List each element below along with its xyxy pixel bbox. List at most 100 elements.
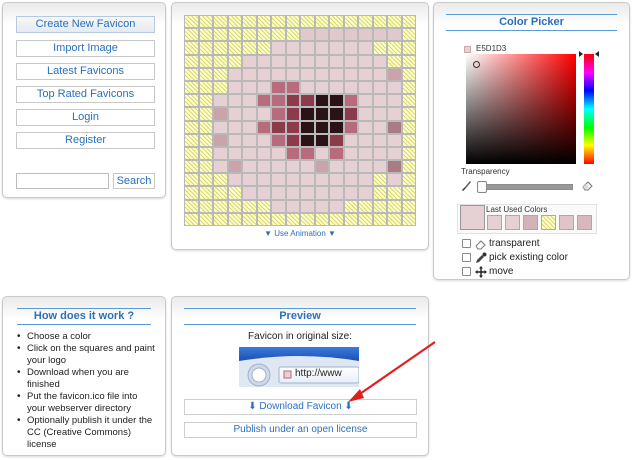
pixel-cell[interactable] (329, 146, 344, 161)
pixel-cell[interactable] (387, 94, 402, 108)
pixel-cell[interactable] (271, 199, 286, 213)
pixel-cell[interactable] (256, 146, 271, 161)
pixel-cell[interactable] (343, 94, 358, 108)
pixel-cell[interactable] (242, 28, 257, 42)
pixel-cell[interactable] (300, 186, 315, 200)
pixel-cell[interactable] (184, 15, 199, 29)
pixel-cell[interactable] (213, 41, 228, 55)
search-input[interactable] (16, 173, 109, 189)
pixel-cell[interactable] (372, 94, 387, 108)
pixel-cell[interactable] (213, 54, 228, 68)
login-button[interactable]: Login (16, 109, 155, 126)
recent-color-swatch[interactable] (523, 215, 538, 230)
pixel-cell[interactable] (213, 173, 228, 187)
pixel-cell[interactable] (329, 54, 344, 68)
pixel-cell[interactable] (401, 28, 416, 42)
pixel-cell[interactable] (387, 120, 402, 134)
pixel-cell[interactable] (300, 54, 315, 68)
pixel-cell[interactable] (227, 212, 242, 226)
pixel-cell[interactable] (198, 28, 213, 42)
pixel-cell[interactable] (285, 160, 300, 174)
create-new-favicon-button[interactable]: Create New Favicon (16, 16, 155, 33)
pixel-cell[interactable] (285, 80, 300, 95)
pixel-cell[interactable] (198, 146, 213, 161)
pixel-cell[interactable] (242, 133, 257, 147)
pixel-cell[interactable] (256, 133, 271, 147)
pixel-cell[interactable] (256, 186, 271, 200)
pixel-cell[interactable] (372, 133, 387, 147)
color-picker-handle[interactable] (473, 61, 480, 68)
pixel-cell[interactable] (184, 28, 199, 42)
pixel-cell[interactable] (285, 212, 300, 226)
pixel-cell[interactable] (285, 120, 300, 134)
pixel-cell[interactable] (343, 54, 358, 68)
pixel-cell[interactable] (329, 160, 344, 174)
pixel-cell[interactable] (401, 67, 416, 81)
pixel-cell[interactable] (184, 41, 199, 55)
pixel-cell[interactable] (227, 186, 242, 200)
pixel-cell[interactable] (184, 146, 199, 161)
pixel-cell[interactable] (401, 133, 416, 147)
pixel-cell[interactable] (184, 186, 199, 200)
pixel-cell[interactable] (285, 186, 300, 200)
pixel-cell[interactable] (343, 41, 358, 55)
pixel-cell[interactable] (227, 146, 242, 161)
pixel-cell[interactable] (401, 107, 416, 121)
pixel-cell[interactable] (358, 173, 373, 187)
pixel-cell[interactable] (242, 15, 257, 29)
pixel-cell[interactable] (213, 15, 228, 29)
pixel-cell[interactable] (213, 67, 228, 81)
pixel-cell[interactable] (343, 146, 358, 161)
pixel-cell[interactable] (213, 133, 228, 147)
pixel-cell[interactable] (401, 54, 416, 68)
pixel-cell[interactable] (372, 28, 387, 42)
pixel-cell[interactable] (387, 107, 402, 121)
pixel-cell[interactable] (227, 94, 242, 108)
pixel-cell[interactable] (314, 54, 329, 68)
pixel-cell[interactable] (198, 212, 213, 226)
pixel-cell[interactable] (343, 160, 358, 174)
pixel-cell[interactable] (300, 199, 315, 213)
pixel-cell[interactable] (401, 160, 416, 174)
pixel-cell[interactable] (401, 186, 416, 200)
pixel-cell[interactable] (213, 94, 228, 108)
pixel-cell[interactable] (242, 80, 257, 95)
pixel-cell[interactable] (227, 15, 242, 29)
pixel-cell[interactable] (329, 186, 344, 200)
recent-color-swatch[interactable] (577, 215, 592, 230)
pixel-cell[interactable] (242, 41, 257, 55)
pixel-cell[interactable] (358, 80, 373, 95)
transparency-slider[interactable] (478, 184, 573, 190)
pixel-cell[interactable] (401, 94, 416, 108)
pixel-cell[interactable] (358, 15, 373, 29)
pixel-cell[interactable] (314, 80, 329, 95)
pixel-cell[interactable] (271, 173, 286, 187)
pixel-cell[interactable] (213, 160, 228, 174)
pixel-cell[interactable] (271, 80, 286, 95)
transparency-slider-handle[interactable] (477, 181, 487, 193)
pixel-cell[interactable] (300, 80, 315, 95)
pixel-cell[interactable] (387, 186, 402, 200)
pixel-cell[interactable] (300, 120, 315, 134)
pixel-cell[interactable] (343, 120, 358, 134)
pixel-cell[interactable] (213, 199, 228, 213)
pixel-cell[interactable] (358, 146, 373, 161)
pixel-cell[interactable] (198, 94, 213, 108)
pixel-cell[interactable] (372, 120, 387, 134)
pixel-cell[interactable] (372, 146, 387, 161)
pixel-cell[interactable] (329, 120, 344, 134)
pixel-cell[interactable] (285, 133, 300, 147)
pixel-cell[interactable] (213, 120, 228, 134)
pixel-cell[interactable] (343, 199, 358, 213)
pixel-cell[interactable] (227, 54, 242, 68)
pixel-cell[interactable] (242, 199, 257, 213)
pixel-cell[interactable] (271, 160, 286, 174)
pixel-cell[interactable] (300, 94, 315, 108)
pixel-cell[interactable] (213, 80, 228, 95)
pixel-cell[interactable] (256, 120, 271, 134)
recent-color-swatch[interactable] (541, 215, 556, 230)
pixel-cell[interactable] (184, 173, 199, 187)
pixel-cell[interactable] (285, 146, 300, 161)
pixel-cell[interactable] (343, 15, 358, 29)
pick-existing-color-checkbox[interactable] (462, 253, 471, 262)
